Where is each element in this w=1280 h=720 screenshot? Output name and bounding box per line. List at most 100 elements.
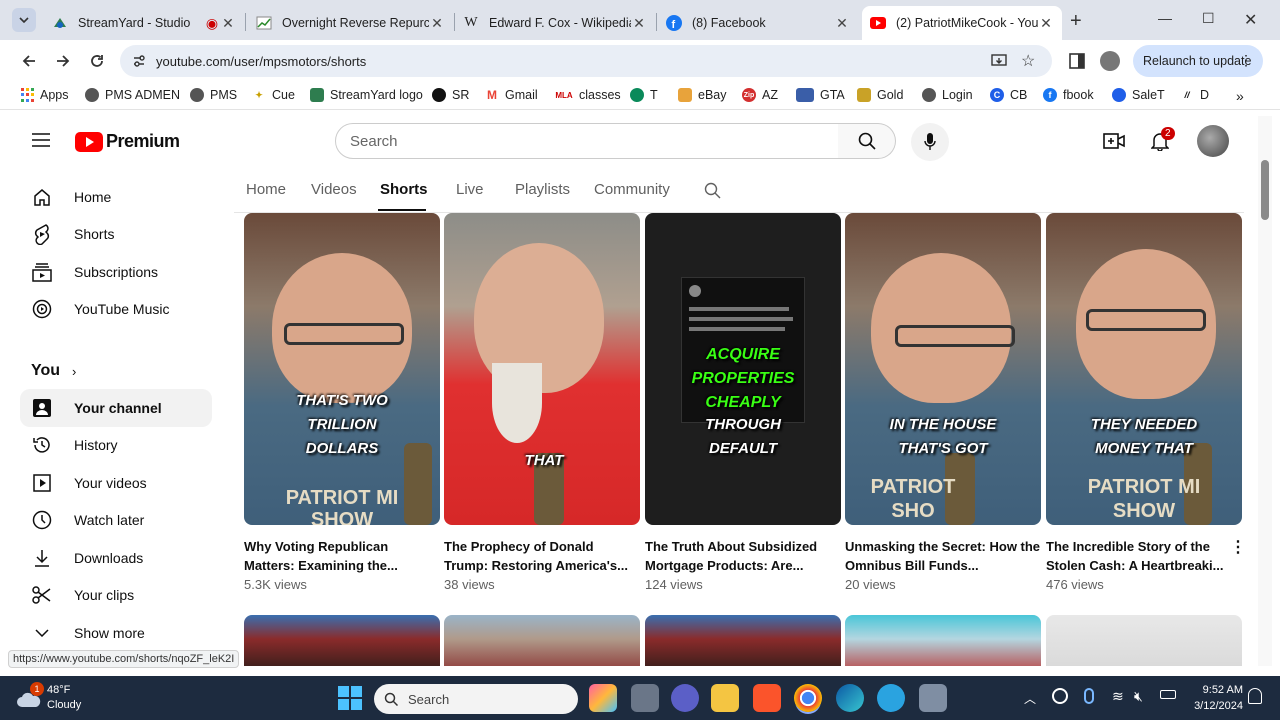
bookmark-pms[interactable]: PMS xyxy=(190,88,237,102)
sidebar-item-your-videos[interactable]: Your videos xyxy=(20,464,212,502)
taskbar-clock[interactable]: 9:52 AM 3/12/2024 xyxy=(1183,682,1243,714)
site-settings-icon[interactable] xyxy=(132,54,146,68)
short-title[interactable]: The Incredible Story of the Stolen Cash:… xyxy=(1046,537,1242,575)
short-card[interactable]: THAT'S TWO TRILLION DOLLARS PATRIOT MI S… xyxy=(244,213,440,592)
telegram-icon[interactable] xyxy=(877,684,905,712)
search-button[interactable] xyxy=(838,123,896,159)
short-thumbnail[interactable]: THEY NEEDED MONEY THAT PATRIOT MI SHOW xyxy=(1046,213,1242,525)
tab-shorts[interactable]: Shorts xyxy=(380,181,428,198)
short-title[interactable]: Unmasking the Secret: How the Omnibus Bi… xyxy=(845,537,1041,575)
notification-bell-icon[interactable] xyxy=(1248,688,1262,704)
browser-tab-facebook[interactable]: f (8) Facebook ✕ xyxy=(658,6,858,40)
close-icon[interactable]: ✕ xyxy=(429,15,445,31)
bookmark-pms-admen[interactable]: PMS ADMEN xyxy=(85,88,180,102)
close-icon[interactable]: ✕ xyxy=(1038,15,1054,31)
brave-browser-icon[interactable] xyxy=(753,684,781,712)
channel-search-icon[interactable] xyxy=(704,182,721,199)
short-card[interactable]: THAT The Prophecy of Donald Trump: Resto… xyxy=(444,213,640,592)
tab-videos[interactable]: Videos xyxy=(311,181,357,198)
chrome-icon[interactable] xyxy=(794,684,822,712)
teams-chat-icon[interactable] xyxy=(671,684,699,712)
short-thumbnail[interactable]: THAT'S TWO TRILLION DOLLARS PATRIOT MI S… xyxy=(244,213,440,525)
short-title[interactable]: The Truth About Subsidized Mortgage Prod… xyxy=(645,537,841,575)
short-thumbnail[interactable] xyxy=(645,615,841,666)
tab-community[interactable]: Community xyxy=(594,181,670,198)
bookmark-classes[interactable]: MLA classes xyxy=(555,88,620,102)
bookmark-apps[interactable]: Apps xyxy=(20,88,69,102)
battery-icon[interactable] xyxy=(1160,690,1176,699)
kebab-menu-icon[interactable]: ⋮ xyxy=(1239,52,1253,69)
sidebar-item-your-channel[interactable]: Your channel xyxy=(20,389,212,427)
window-close-button[interactable]: ✕ xyxy=(1244,10,1257,30)
address-bar[interactable]: youtube.com/user/mpsmotors/shorts ☆ xyxy=(120,45,1052,77)
sidebar-item-watch-later[interactable]: Watch later xyxy=(20,501,212,539)
windows-start-button[interactable] xyxy=(338,686,362,710)
create-button[interactable] xyxy=(1103,132,1125,150)
notifications-button[interactable]: 2 xyxy=(1151,127,1175,151)
short-card[interactable]: ACQUIRE PROPERTIES CHEAPLY THROUGH DEFAU… xyxy=(645,213,841,592)
sidebar-item-your-clips[interactable]: Your clips xyxy=(20,576,212,614)
bookmark-sr[interactable]: SR xyxy=(432,88,469,102)
short-thumbnail[interactable] xyxy=(845,615,1041,666)
back-button[interactable] xyxy=(18,50,40,72)
sidebar-item-downloads[interactable]: Downloads xyxy=(20,539,212,577)
scrollbar-thumb[interactable] xyxy=(1261,160,1269,220)
tab-home[interactable]: Home xyxy=(246,181,286,198)
speaker-muted-icon[interactable]: 🔇︎ xyxy=(1134,688,1143,705)
sync-icon[interactable] xyxy=(1052,688,1068,704)
bookmark-ebay[interactable]: eBay xyxy=(678,88,727,102)
browser-tab-streamyard[interactable]: StreamYard - Studio ◉ ✕ xyxy=(44,6,244,40)
bookmark-salet[interactable]: SaleT xyxy=(1112,88,1165,102)
bookmark-gta[interactable]: GTA xyxy=(796,88,845,102)
browser-tab-repo[interactable]: Overnight Reverse Repurch ✕ xyxy=(248,6,453,40)
minimize-button[interactable]: — xyxy=(1158,10,1172,26)
microphone-icon[interactable] xyxy=(1084,688,1094,704)
file-explorer-icon[interactable] xyxy=(711,684,739,712)
notepad-app-icon[interactable] xyxy=(919,684,947,712)
bookmark-cue[interactable]: ✦ Cue xyxy=(252,88,295,102)
voice-search-button[interactable] xyxy=(911,123,949,161)
tab-search-button[interactable] xyxy=(12,8,36,32)
short-title[interactable]: Why Voting Republican Matters: Examining… xyxy=(244,537,440,575)
maximize-button[interactable]: ☐ xyxy=(1202,10,1215,27)
close-icon[interactable]: ✕ xyxy=(220,15,236,31)
new-tab-button[interactable]: + xyxy=(1070,10,1082,33)
sidebar-item-youtube-music[interactable]: YouTube Music xyxy=(20,290,212,328)
bookmarks-overflow-button[interactable]: » xyxy=(1236,88,1244,104)
sidebar-item-show-more[interactable]: Show more xyxy=(20,614,212,652)
tab-playlists[interactable]: Playlists xyxy=(515,181,570,198)
youtube-logo[interactable]: Premium xyxy=(75,131,180,152)
reload-button[interactable] xyxy=(86,50,108,72)
more-actions-icon[interactable]: ⋮ xyxy=(1230,537,1246,557)
bookmark-gold[interactable]: Gold xyxy=(857,88,903,102)
tab-live[interactable]: Live xyxy=(456,181,484,198)
relaunch-button[interactable]: Relaunch to update ⋮ xyxy=(1133,45,1263,77)
bookmark-login[interactable]: Login xyxy=(922,88,973,102)
browser-tab-wikipedia[interactable]: W Edward F. Cox - Wikipedia ✕ xyxy=(455,6,655,40)
taskbar-search[interactable]: Search xyxy=(374,684,578,714)
task-view-icon[interactable] xyxy=(631,684,659,712)
bookmark-gmail[interactable]: M Gmail xyxy=(485,88,538,102)
bookmark-streamyard-logo[interactable]: StreamYard logo xyxy=(310,88,423,102)
tray-overflow-icon[interactable]: ︿ xyxy=(1024,690,1036,707)
install-app-icon[interactable] xyxy=(991,53,1007,69)
account-avatar[interactable] xyxy=(1197,125,1229,157)
short-card[interactable]: THEY NEEDED MONEY THAT PATRIOT MI SHOW T… xyxy=(1046,213,1246,592)
short-thumbnail[interactable] xyxy=(444,615,640,666)
hamburger-menu-icon[interactable] xyxy=(32,133,50,147)
short-card[interactable]: IN THE HOUSE THAT'S GOT PATRIOT SHO Unma… xyxy=(845,213,1041,592)
bookmark-t[interactable]: T xyxy=(630,88,658,102)
forward-button[interactable] xyxy=(52,50,74,72)
bookmark-star-icon[interactable]: ☆ xyxy=(1021,51,1035,71)
side-panel-icon[interactable] xyxy=(1069,53,1085,69)
bookmark-cb[interactable]: C CB xyxy=(990,88,1027,102)
browser-tab-youtube[interactable]: (2) PatriotMikeCook - YouTu ✕ xyxy=(862,6,1062,40)
short-thumbnail[interactable]: IN THE HOUSE THAT'S GOT PATRIOT SHO xyxy=(845,213,1041,525)
edge-icon[interactable] xyxy=(836,684,864,712)
sidebar-item-subscriptions[interactable]: Subscriptions xyxy=(20,253,212,291)
bookmark-az[interactable]: Zip AZ xyxy=(742,88,778,102)
short-thumbnail[interactable]: ACQUIRE PROPERTIES CHEAPLY THROUGH DEFAU… xyxy=(645,213,841,525)
profile-avatar[interactable] xyxy=(1100,51,1120,71)
close-icon[interactable]: ✕ xyxy=(631,15,647,31)
sidebar-item-history[interactable]: History xyxy=(20,426,212,464)
